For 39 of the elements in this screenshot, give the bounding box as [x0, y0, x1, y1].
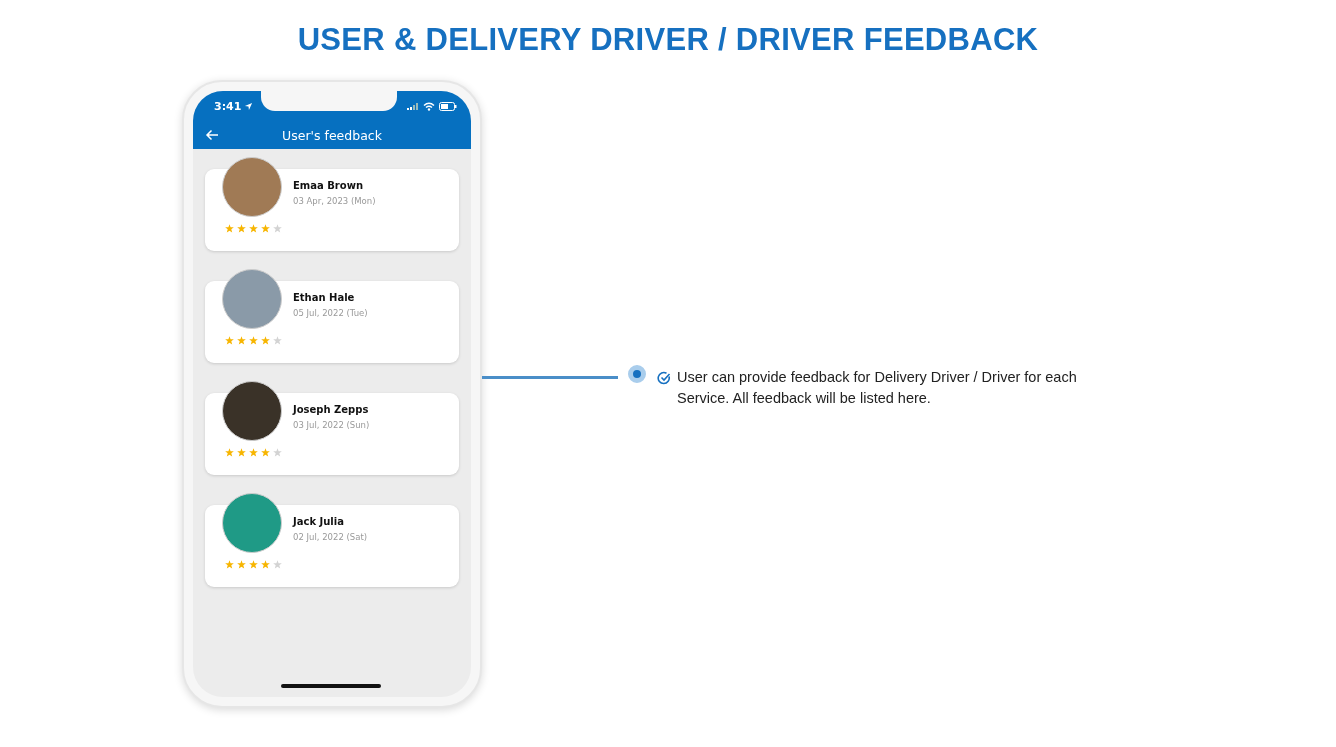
wifi-icon	[423, 101, 435, 111]
callout-dot	[628, 365, 646, 383]
user-name: Joseph Zepps	[293, 404, 370, 415]
star-icon	[249, 448, 258, 457]
star-icon	[261, 336, 270, 345]
screen-title: User's feedback	[282, 127, 382, 143]
star-icon	[237, 560, 246, 569]
star-icon	[249, 560, 258, 569]
feedback-date: 03 Jul, 2022 (Sun)	[293, 420, 370, 430]
feedback-date: 02 Jul, 2022 (Sat)	[293, 532, 368, 542]
back-arrow-icon[interactable]	[205, 129, 219, 141]
star-icon	[261, 560, 270, 569]
star-icon	[225, 560, 234, 569]
star-icon	[273, 560, 282, 569]
callout-text: User can provide feedback for Delivery Driver / Driver for each Service. All feedback will be listed here.	[677, 368, 1078, 408]
star-icon	[261, 224, 270, 233]
user-name: Ethan Hale	[293, 292, 356, 303]
star-icon	[249, 224, 258, 233]
star-icon	[273, 336, 282, 345]
check-circle-icon	[657, 371, 671, 385]
star-icon	[237, 336, 246, 345]
star-icon	[261, 448, 270, 457]
star-icon	[237, 224, 246, 233]
feedback-date: 03 Apr, 2023 (Mon)	[293, 196, 376, 206]
status-time: 3:41	[214, 99, 242, 113]
star-icon	[225, 448, 234, 457]
star-icon	[225, 224, 234, 233]
page-title: USER & DELIVERY DRIVER / DRIVER FEEDBACK	[296, 21, 1040, 59]
user-name: Emaa Brown	[293, 180, 364, 191]
star-icon	[237, 448, 246, 457]
star-icon	[273, 224, 282, 233]
star-icon	[225, 336, 234, 345]
feedback-date: 05 Jul, 2022 (Tue)	[293, 308, 368, 318]
user-name: Jack Julia	[293, 516, 345, 527]
star-icon	[273, 448, 282, 457]
location-arrow-icon	[244, 101, 254, 111]
battery-icon	[439, 101, 457, 111]
star-icon	[249, 336, 258, 345]
signal-icon	[407, 102, 419, 110]
